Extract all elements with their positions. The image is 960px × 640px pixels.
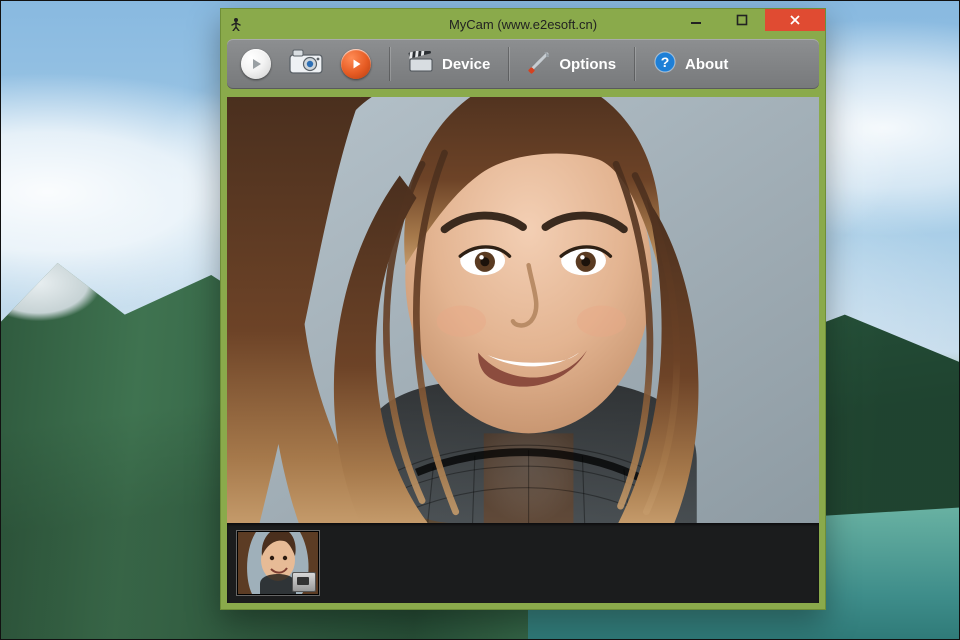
close-button[interactable]: [765, 9, 825, 31]
options-button[interactable]: Options: [527, 50, 616, 78]
svg-text:?: ?: [661, 54, 670, 70]
minimize-icon: [690, 14, 702, 26]
toolbar-separator: [389, 47, 390, 81]
maximize-icon: [736, 14, 748, 26]
device-label: Device: [442, 56, 490, 73]
toolbar-separator: [508, 47, 509, 81]
toolbar: Device Options ?: [227, 39, 819, 89]
figure-icon: [229, 17, 243, 31]
camera-icon: [289, 49, 323, 79]
thumbnail-strip[interactable]: [227, 523, 819, 603]
record-play-icon: [341, 49, 371, 79]
play-icon: [241, 49, 271, 79]
about-button[interactable]: ? About: [653, 50, 728, 78]
about-label: About: [685, 56, 728, 73]
window-controls: [673, 9, 825, 31]
video-preview[interactable]: [227, 97, 819, 523]
options-label: Options: [559, 56, 616, 73]
thumbnail-type-icon: [292, 572, 316, 592]
thumbnail-item[interactable]: [237, 531, 319, 595]
mycam-window: MyCam (www.e2esoft.cn): [220, 8, 826, 610]
close-icon: [789, 14, 801, 26]
preview-portrait: [227, 97, 819, 523]
device-button[interactable]: Device: [408, 51, 490, 77]
minimize-button[interactable]: [673, 9, 719, 31]
clapperboard-icon: [408, 51, 434, 77]
record-button[interactable]: [341, 49, 371, 79]
maximize-button[interactable]: [719, 9, 765, 31]
play-button[interactable]: [241, 49, 271, 79]
toolbar-separator: [634, 47, 635, 81]
snapshot-button[interactable]: [289, 49, 323, 79]
help-icon: ?: [653, 50, 677, 78]
tools-icon: [527, 50, 551, 78]
titlebar[interactable]: MyCam (www.e2esoft.cn): [221, 9, 825, 39]
